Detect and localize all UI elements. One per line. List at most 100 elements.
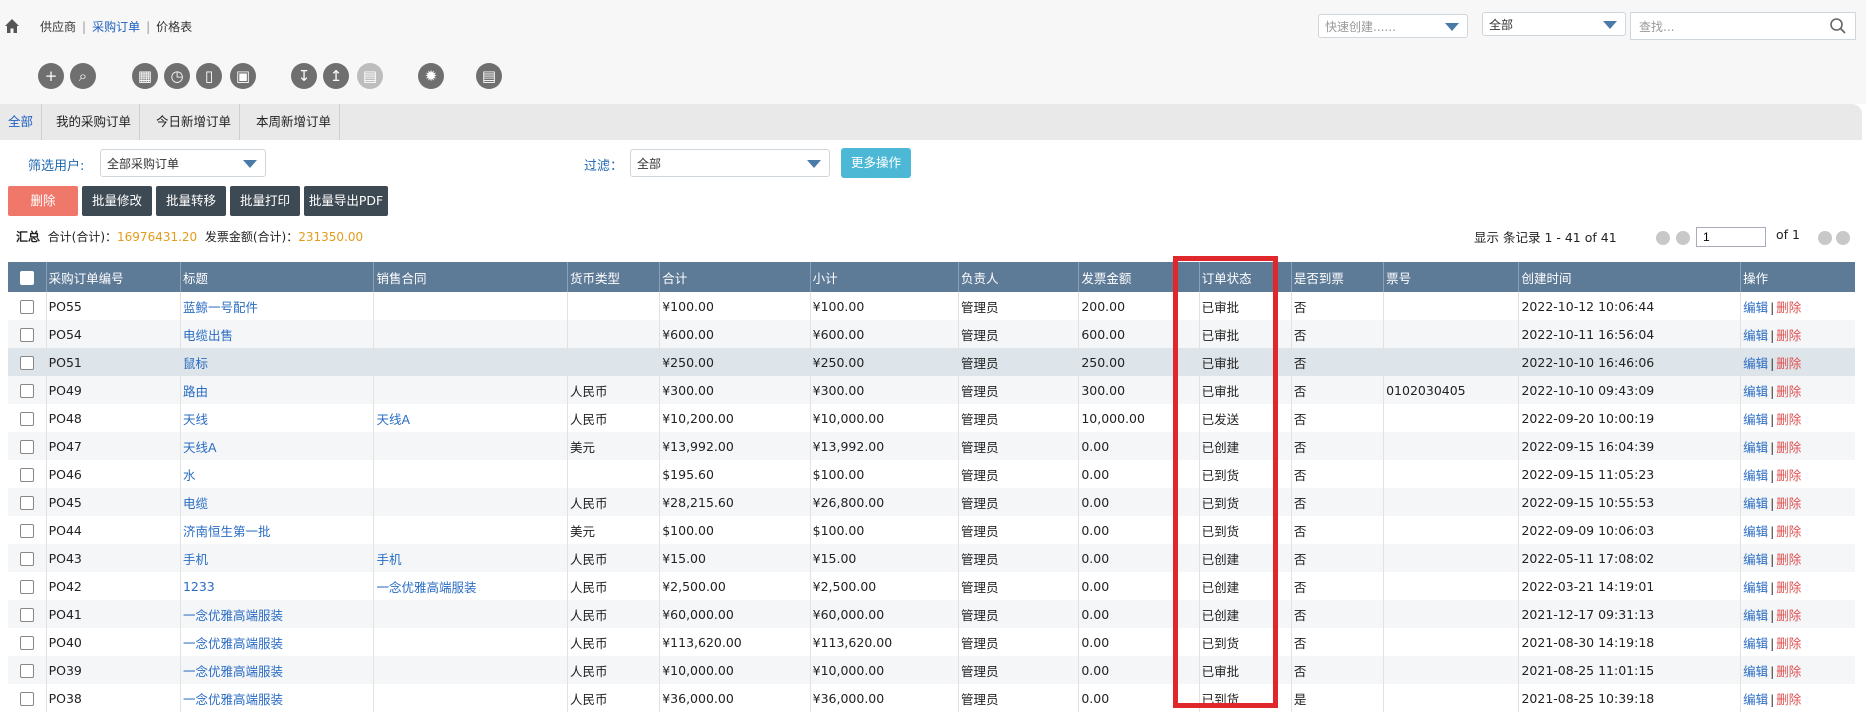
col-header[interactable]: 操作 xyxy=(1740,262,1855,292)
monitor-icon[interactable]: ▣ xyxy=(230,63,256,89)
edit-link[interactable]: 编辑 xyxy=(1743,636,1768,651)
table-cell[interactable]: 路由 xyxy=(179,376,374,404)
delete-button[interactable]: 删除 xyxy=(8,186,78,216)
table-cell[interactable] xyxy=(373,656,568,684)
import-icon[interactable]: ↧ xyxy=(291,63,317,89)
export-icon[interactable]: ↥ xyxy=(323,63,349,89)
edit-link[interactable]: 编辑 xyxy=(1743,496,1768,511)
row-checkbox[interactable] xyxy=(19,299,34,314)
table-cell[interactable] xyxy=(373,348,568,376)
row-checkbox[interactable] xyxy=(19,663,34,678)
tab-all[interactable]: 全部 xyxy=(0,104,43,140)
col-header[interactable]: 票号 xyxy=(1383,262,1519,292)
calendar-icon[interactable]: ▦ xyxy=(132,63,158,89)
edit-link[interactable]: 编辑 xyxy=(1743,552,1768,567)
tab-today-new[interactable]: 今日新增订单 xyxy=(148,104,241,140)
table-cell[interactable]: 手机 xyxy=(373,544,568,572)
row-checkbox[interactable] xyxy=(19,355,34,370)
table-cell[interactable] xyxy=(373,432,568,460)
search-icon[interactable] xyxy=(1829,17,1847,35)
table-cell[interactable]: 一念优雅高端服装 xyxy=(373,572,568,600)
edit-link[interactable]: 编辑 xyxy=(1743,580,1768,595)
search-scope-select[interactable]: 全部 xyxy=(1482,12,1626,36)
filter-user-select[interactable]: 全部采购订单 xyxy=(100,149,266,177)
table-row[interactable]: PO46 水 $195.60 $100.00 管理员 0.00 已到货否 2022-09-15… xyxy=(8,460,1855,488)
search-input[interactable]: 查找... xyxy=(1630,12,1856,40)
row-checkbox[interactable] xyxy=(19,607,34,622)
edit-link[interactable]: 编辑 xyxy=(1743,468,1768,483)
edit-link[interactable]: 编辑 xyxy=(1743,384,1768,399)
table-cell[interactable]: 鼠标 xyxy=(179,348,374,376)
clock-icon[interactable]: ◷ xyxy=(164,63,190,89)
first-page-icon[interactable] xyxy=(1656,231,1670,245)
table-cell[interactable] xyxy=(373,684,568,712)
table-cell[interactable]: 一念优雅高端服装 xyxy=(179,600,374,628)
edit-link[interactable]: 编辑 xyxy=(1743,300,1768,315)
table-row[interactable]: PO51 鼠标 ¥250.00 ¥250.00 管理员 250.00 已审批否 2022-10… xyxy=(8,348,1855,376)
breadcrumb-price-list[interactable]: 价格表 xyxy=(156,20,192,34)
col-header[interactable]: 货币类型 xyxy=(566,262,660,292)
delete-link[interactable]: 删除 xyxy=(1776,664,1801,679)
col-header[interactable]: 小计 xyxy=(809,262,959,292)
edit-link[interactable]: 编辑 xyxy=(1743,328,1768,343)
table-row[interactable]: PO39 一念优雅高端服装 人民币 ¥10,000.00 ¥10,000.00 管理员 0.… xyxy=(8,656,1855,684)
table-row[interactable]: PO44 济南恒生第一批 美元 $100.00 $100.00 管理员 0.00 已到货否 20… xyxy=(8,516,1855,544)
col-header[interactable]: 合计 xyxy=(659,262,811,292)
row-checkbox[interactable] xyxy=(19,579,34,594)
delete-link[interactable]: 删除 xyxy=(1776,468,1801,483)
col-header[interactable]: 标题 xyxy=(179,262,374,292)
delete-link[interactable]: 删除 xyxy=(1776,524,1801,539)
prev-page-icon[interactable] xyxy=(1676,231,1690,245)
table-cell[interactable]: 水 xyxy=(179,460,374,488)
delete-link[interactable]: 删除 xyxy=(1776,440,1801,455)
table-cell[interactable] xyxy=(373,516,568,544)
search-zoom-icon[interactable]: ⌕ xyxy=(70,63,96,89)
screen-icon[interactable]: ▤ xyxy=(476,63,502,89)
filter-select[interactable]: 全部 xyxy=(630,149,830,177)
more-actions-button[interactable]: 更多操作 xyxy=(841,148,911,178)
home-icon[interactable] xyxy=(4,18,20,34)
table-row[interactable]: PO41 一念优雅高端服装 人民币 ¥60,000.00 ¥60,000.00 管理员 0.… xyxy=(8,600,1855,628)
table-row[interactable]: PO54 电缆出售 ¥600.00 ¥600.00 管理员 600.00 已审批否 2022-… xyxy=(8,320,1855,348)
page-number-input[interactable] xyxy=(1696,227,1766,247)
delete-link[interactable]: 删除 xyxy=(1776,412,1801,427)
table-cell[interactable]: 电缆出售 xyxy=(179,320,374,348)
select-all-checkbox[interactable] xyxy=(19,270,34,285)
table-cell[interactable]: 蓝鲸一号配件 xyxy=(179,292,374,320)
table-cell[interactable] xyxy=(373,376,568,404)
table-cell[interactable]: 天线A xyxy=(179,432,374,460)
table-row[interactable]: PO45 电缆 人民币 ¥28,215.60 ¥26,800.00 管理员 0.00 已到货否… xyxy=(8,488,1855,516)
last-page-icon[interactable] xyxy=(1836,231,1850,245)
table-cell[interactable] xyxy=(373,600,568,628)
table-cell[interactable]: 手机 xyxy=(179,544,374,572)
table-cell[interactable] xyxy=(373,460,568,488)
table-cell[interactable]: 天线 xyxy=(179,404,374,432)
table-cell[interactable] xyxy=(373,488,568,516)
table-cell[interactable]: 一念优雅高端服装 xyxy=(179,684,374,712)
add-icon[interactable]: + xyxy=(38,63,64,89)
row-checkbox[interactable] xyxy=(19,411,34,426)
edit-link[interactable]: 编辑 xyxy=(1743,664,1768,679)
col-header[interactable]: 创建时间 xyxy=(1518,262,1741,292)
table-cell[interactable]: 一念优雅高端服装 xyxy=(179,628,374,656)
table-cell[interactable] xyxy=(373,628,568,656)
table-cell[interactable]: 济南恒生第一批 xyxy=(179,516,374,544)
col-header[interactable]: 销售合同 xyxy=(373,262,568,292)
batch-transfer-button[interactable]: 批量转移 xyxy=(156,186,226,216)
row-checkbox[interactable] xyxy=(19,551,34,566)
delete-link[interactable]: 删除 xyxy=(1776,384,1801,399)
edit-link[interactable]: 编辑 xyxy=(1743,692,1768,707)
row-checkbox[interactable] xyxy=(19,691,34,706)
edit-link[interactable]: 编辑 xyxy=(1743,524,1768,539)
delete-link[interactable]: 删除 xyxy=(1776,552,1801,567)
row-checkbox[interactable] xyxy=(19,523,34,538)
print-icon[interactable]: ▤ xyxy=(357,63,383,89)
edit-link[interactable]: 编辑 xyxy=(1743,440,1768,455)
delete-link[interactable]: 删除 xyxy=(1776,636,1801,651)
row-checkbox[interactable] xyxy=(19,495,34,510)
next-page-icon[interactable] xyxy=(1818,231,1832,245)
row-checkbox[interactable] xyxy=(19,635,34,650)
col-header[interactable]: 负责人 xyxy=(958,262,1079,292)
delete-link[interactable]: 删除 xyxy=(1776,608,1801,623)
delete-link[interactable]: 删除 xyxy=(1776,300,1801,315)
